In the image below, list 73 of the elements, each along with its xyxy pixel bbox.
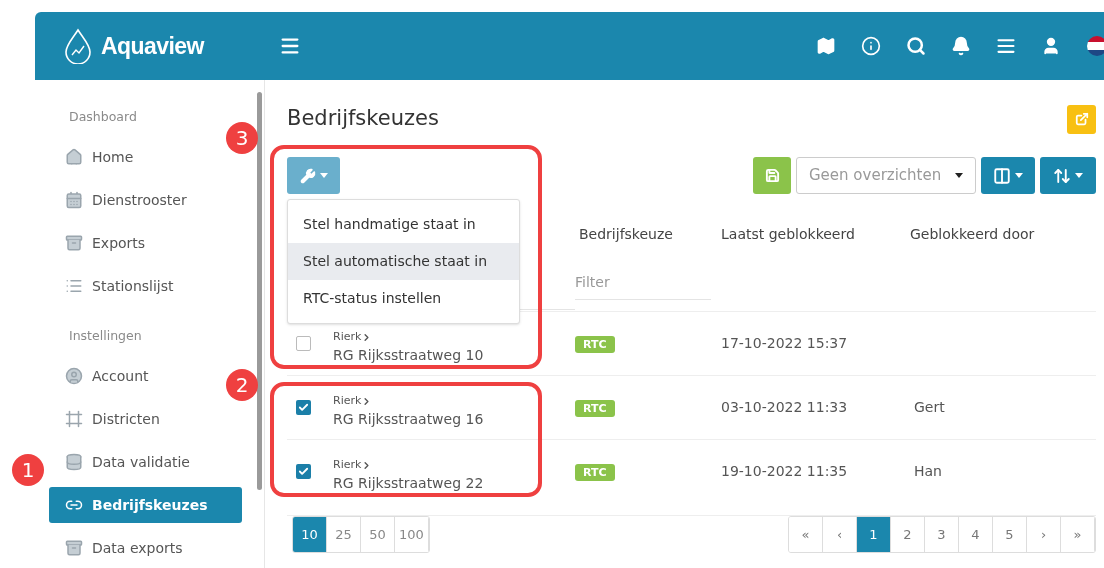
view-select[interactable]: Geen overzichten — [796, 157, 976, 194]
page-button[interactable]: « — [789, 517, 823, 552]
wrench-dropdown-button[interactable] — [287, 157, 340, 194]
column-header: Bedrijfskeuze — [578, 224, 674, 244]
calendar-icon — [65, 191, 83, 209]
save-icon — [764, 168, 780, 183]
logo-icon — [63, 28, 93, 64]
archive-icon — [65, 234, 83, 252]
rtc-tag: RTC — [575, 336, 615, 353]
column-header: Geblokkeerd door — [910, 224, 1036, 244]
row-checkbox[interactable] — [296, 400, 311, 415]
parent-link[interactable]: Rierk — [333, 328, 575, 346]
flag-icon[interactable] — [1086, 35, 1104, 57]
logo-text: Aquaview — [101, 31, 204, 61]
sidebar-item[interactable]: Data exports — [49, 530, 189, 566]
row-checkbox[interactable] — [296, 464, 311, 479]
home-icon — [65, 148, 83, 166]
sidebar-item[interactable]: Dienstrooster — [49, 182, 193, 218]
database-icon — [65, 453, 83, 471]
sidebar-item[interactable]: Stationslijst — [49, 268, 180, 304]
sidebar-item[interactable]: Home — [49, 139, 140, 175]
columns-icon — [993, 166, 1011, 185]
text-height-button[interactable] — [1040, 157, 1096, 194]
columns-button[interactable] — [981, 157, 1035, 194]
scrollbar-thumb[interactable] — [257, 92, 262, 490]
page-title: Bedrijfskeuzes — [287, 105, 439, 133]
map-icon[interactable] — [816, 36, 836, 56]
step-number-badge: 1 — [12, 454, 44, 486]
wrench-icon — [299, 167, 316, 184]
blocked-date-cell-text: 03-10-2022 11:33 — [721, 398, 849, 417]
text-height-icon — [1053, 166, 1071, 185]
menu-item[interactable]: Stel handmatige staat in — [288, 206, 519, 243]
station-name: RG Rijksstraatweg 10 — [333, 346, 485, 366]
sidebar-item[interactable]: Bedrijfskeuzes — [49, 487, 242, 523]
blocked-by-cell: Han — [914, 463, 942, 479]
caret-icon — [319, 173, 328, 178]
bell-icon[interactable] — [951, 36, 971, 56]
sidebar-item[interactable]: Districten — [49, 401, 166, 437]
filter-field[interactable]: Filter — [575, 265, 711, 300]
rtc-tag: RTC — [575, 464, 615, 481]
page-size-button[interactable]: 10 — [293, 517, 327, 552]
save-button[interactable] — [753, 157, 791, 194]
row-checkbox[interactable] — [296, 336, 311, 351]
external-link-icon — [1074, 112, 1089, 126]
user-circle-icon — [65, 367, 83, 385]
sidebar-item[interactable]: Exports — [49, 225, 152, 261]
search-icon[interactable] — [906, 36, 926, 56]
blocked-date-cell-text: 19-10-2022 11:35 — [721, 462, 849, 481]
rtc-tag: RTC — [575, 400, 615, 417]
caret-icon — [1075, 173, 1083, 178]
blocked-by-cell: Gert — [914, 399, 945, 415]
blocked-date-cell-text: 17-10-2022 15:37 — [721, 334, 849, 353]
menu-item[interactable]: RTC-status instellen — [288, 280, 519, 317]
page-button[interactable]: 1 — [857, 517, 891, 552]
menu-item[interactable]: Stel automatische staat in — [288, 243, 519, 280]
section-label: Instellingen — [68, 327, 143, 345]
column-header: Laatst geblokkeerd — [721, 224, 856, 244]
section-label: Dashboard — [68, 108, 138, 126]
info-icon[interactable] — [861, 36, 881, 56]
menu-icon[interactable] — [279, 35, 301, 57]
parent-link[interactable]: Rierk — [333, 456, 575, 474]
user-icon[interactable] — [1041, 36, 1061, 56]
frame-icon — [65, 410, 83, 428]
list-icon — [65, 277, 83, 295]
sidebar-item[interactable]: Account — [49, 358, 155, 394]
caret-icon — [955, 173, 963, 178]
caret-icon — [1015, 173, 1023, 178]
archive-icon — [65, 539, 83, 557]
list-icon[interactable] — [996, 36, 1016, 56]
sidebar-item[interactable]: Data validatie — [49, 444, 196, 480]
station-name: RG Rijksstraatweg 22 — [333, 474, 485, 494]
station-name: RG Rijksstraatweg 16 — [333, 410, 485, 430]
parent-link[interactable]: Rierk — [333, 392, 575, 410]
